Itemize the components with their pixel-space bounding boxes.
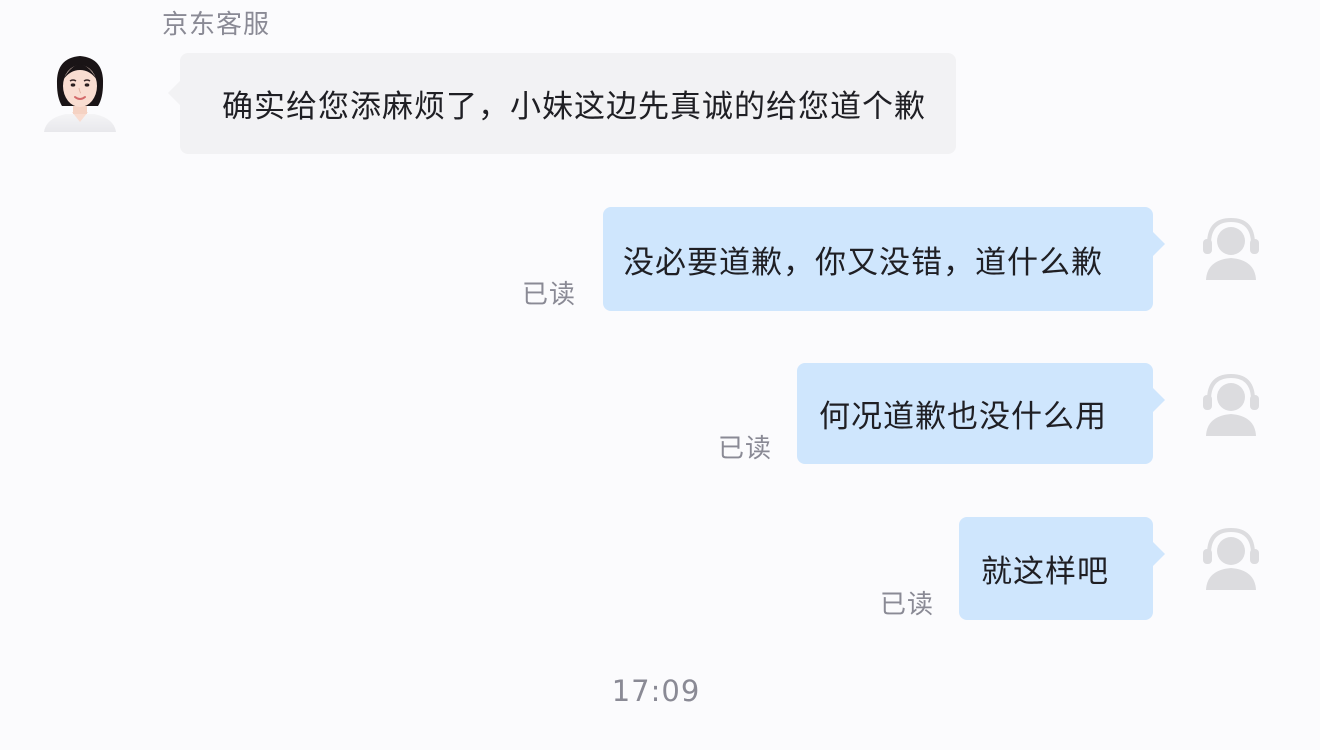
outgoing-message-bubble[interactable]: 就这样吧 <box>959 517 1165 620</box>
message-text: 确实给您添麻烦了，小妹这边先真诚的给您道个歉 <box>222 89 926 125</box>
message-text: 没必要道歉，你又没错，道什么歉 <box>623 244 1103 281</box>
chat-window: 京东客服 确实给您添麻烦了，小妹这边先真诚的给您道个歉 已读 没必要道歉，你又没… <box>0 0 1320 750</box>
headset-user-avatar-icon[interactable] <box>1200 370 1262 436</box>
incoming-message-bubble[interactable]: 确实给您添麻烦了，小妹这边先真诚的给您道个歉 <box>168 53 956 154</box>
read-status: 已读 <box>522 280 577 310</box>
message-text: 就这样吧 <box>981 554 1109 590</box>
outgoing-message-bubble[interactable]: 何况道歉也没什么用 <box>797 363 1165 464</box>
read-status: 已读 <box>880 590 935 620</box>
outgoing-message-bubble[interactable]: 没必要道歉，你又没错，道什么歉 <box>603 207 1165 311</box>
message-text: 何况道歉也没什么用 <box>819 399 1107 435</box>
headset-user-avatar-icon[interactable] <box>1200 214 1262 280</box>
read-status: 已读 <box>718 434 773 464</box>
female-agent-avatar-icon[interactable] <box>40 50 120 132</box>
headset-user-avatar-icon[interactable] <box>1200 524 1262 590</box>
sender-name: 京东客服 <box>162 10 271 40</box>
timestamp: 17:09 <box>611 674 701 708</box>
